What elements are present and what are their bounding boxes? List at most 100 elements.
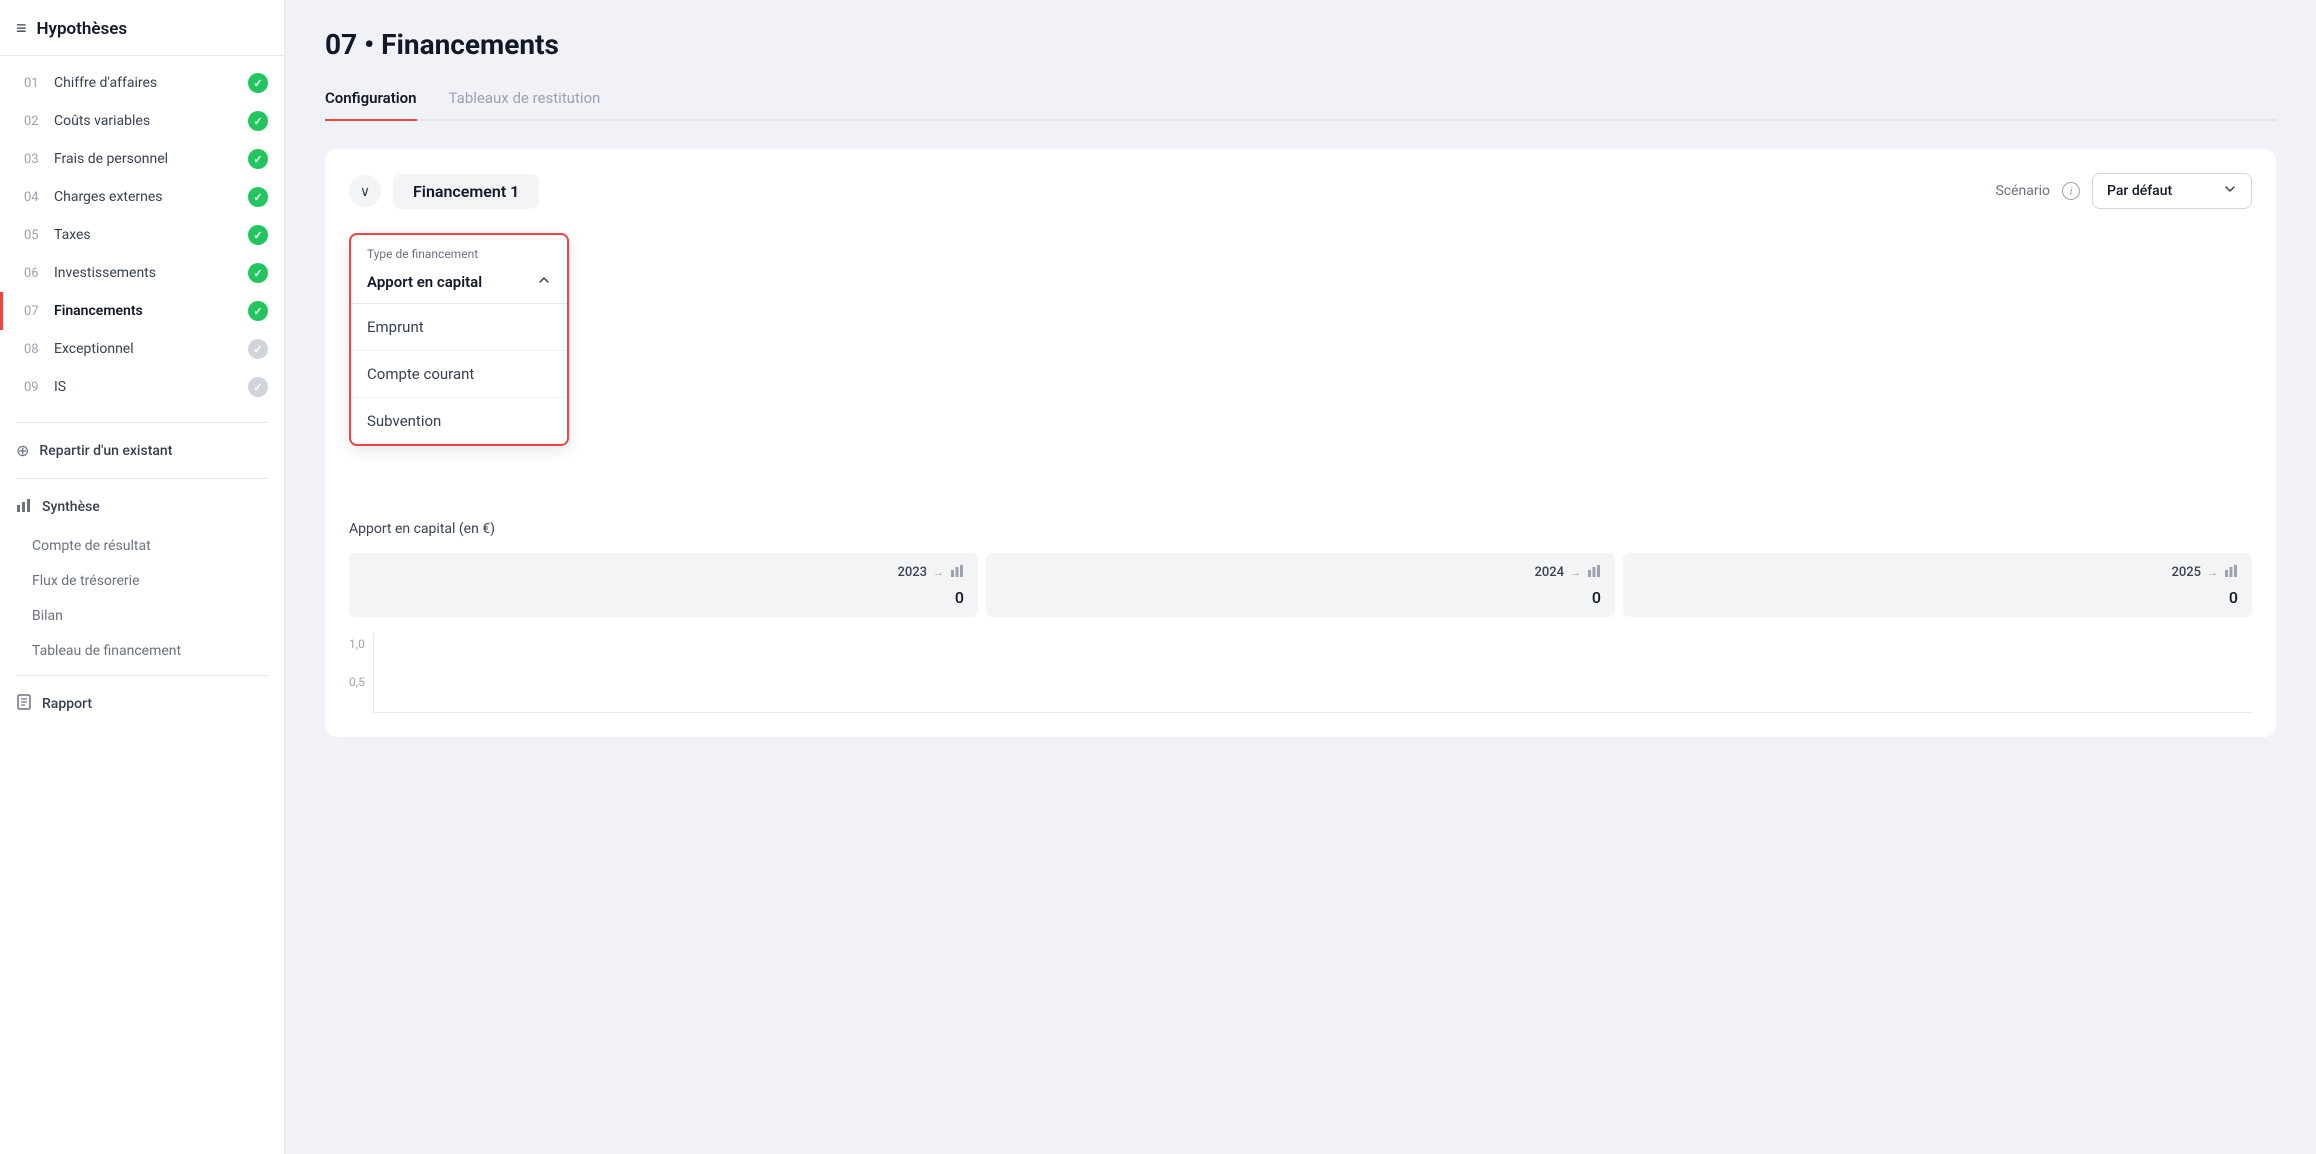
year-value-2024: 0	[1592, 588, 1601, 607]
item-num-08: 08	[24, 342, 46, 357]
item-label-01: Chiffre d'affaires	[54, 75, 240, 91]
item-num-07: 07	[24, 304, 46, 319]
scenario-label: Scénario	[1995, 183, 2050, 199]
item-label-04: Charges externes	[54, 189, 240, 205]
sidebar: ≡ Hypothèses 01 Chiffre d'affaires 02 Co…	[0, 0, 285, 1154]
chart-y-label-1: 1,0	[349, 637, 365, 651]
rapport-label: Rapport	[42, 696, 92, 712]
year-cell-2024: 2024 → 0	[986, 553, 1615, 617]
card-left: ∨ Financement 1	[349, 174, 539, 209]
check-icon-06	[248, 263, 268, 283]
sidebar-item-chiffre-affaires[interactable]: 01 Chiffre d'affaires	[0, 64, 284, 102]
check-icon-gray-09	[248, 377, 268, 397]
year-header-2025: 2025 →	[2171, 563, 2238, 582]
chart-y-label-2: 0,5	[349, 675, 365, 689]
sidebar-sub-compte-resultat[interactable]: Compte de résultat	[0, 527, 284, 562]
check-icon-01	[248, 73, 268, 93]
dropdown-option-emprunt[interactable]: Emprunt	[351, 304, 567, 351]
sidebar-item-taxes[interactable]: 05 Taxes	[0, 216, 284, 254]
item-label-09: IS	[54, 379, 240, 395]
main-content: 07 • Financements Configuration Tableaux…	[285, 0, 2316, 1154]
scenario-chevron-icon	[2223, 182, 2237, 200]
dropdown-selected-value: Apport en capital	[367, 273, 482, 291]
year-arrow-2024: →	[1570, 566, 1581, 579]
item-num-06: 06	[24, 266, 46, 281]
item-label-08: Exceptionnel	[54, 341, 240, 357]
sidebar-item-financements[interactable]: 07 Financements	[0, 292, 284, 330]
sidebar-item-investissements[interactable]: 06 Investissements	[0, 254, 284, 292]
item-label-07: Financements	[54, 303, 240, 319]
sidebar-group-synthese[interactable]: Synthèse	[0, 487, 284, 527]
repartir-label: Repartir d'un existant	[39, 443, 172, 459]
item-num-09: 09	[24, 380, 46, 395]
item-num-05: 05	[24, 228, 46, 243]
sidebar-item-couts-variables[interactable]: 02 Coûts variables	[0, 102, 284, 140]
bar-chart-icon-2023	[950, 563, 964, 582]
bar-chart-icon-2025	[2224, 563, 2238, 582]
sidebar-sub-bilan[interactable]: Bilan	[0, 597, 284, 632]
sidebar-header: ≡ Hypothèses	[0, 0, 284, 56]
sidebar-group-rapport[interactable]: Rapport	[0, 684, 284, 724]
sidebar-sub-flux-tresorerie[interactable]: Flux de trésorerie	[0, 562, 284, 597]
tableau-financement-label: Tableau de financement	[32, 643, 181, 659]
item-num-04: 04	[24, 190, 46, 205]
menu-icon: ≡	[16, 18, 27, 39]
dropdown-option-compte-courant[interactable]: Compte courant	[351, 351, 567, 398]
synthese-icon	[16, 497, 32, 517]
year-value-2023: 0	[955, 588, 964, 607]
item-label-03: Frais de personnel	[54, 151, 240, 167]
sidebar-item-frais-personnel[interactable]: 03 Frais de personnel	[0, 140, 284, 178]
check-icon-05	[248, 225, 268, 245]
year-arrow-2023: →	[933, 566, 944, 579]
bilan-label: Bilan	[32, 608, 63, 624]
sidebar-sub-tableau-financement[interactable]: Tableau de financement	[0, 632, 284, 667]
sidebar-item-is[interactable]: 09 IS	[0, 368, 284, 406]
tab-tableaux[interactable]: Tableaux de restitution	[449, 81, 601, 121]
scenario-select[interactable]: Par défaut	[2092, 173, 2252, 209]
item-num-02: 02	[24, 114, 46, 129]
flux-tresorerie-label: Flux de trésorerie	[32, 573, 140, 589]
item-label-05: Taxes	[54, 227, 240, 243]
divider-1	[16, 422, 268, 423]
year-cells-row: 2023 → 0	[349, 553, 2252, 617]
synthese-label: Synthèse	[42, 499, 100, 515]
dropdown-selected[interactable]: Apport en capital	[351, 265, 567, 304]
dropdown-option-subvention[interactable]: Subvention	[351, 398, 567, 444]
rapport-icon	[16, 694, 32, 714]
tab-configuration[interactable]: Configuration	[325, 81, 417, 121]
year-label-2024: 2024	[1534, 565, 1564, 580]
collapse-button[interactable]: ∨	[349, 175, 381, 207]
check-icon-gray-08	[248, 339, 268, 359]
type-financement-dropdown: Type de financement Apport en capital Em…	[349, 233, 569, 446]
year-header-2023: 2023 →	[897, 563, 964, 582]
page-header: 07 • Financements Configuration Tableaux…	[285, 0, 2316, 121]
content-section: Type de financement Apport en capital Em…	[349, 233, 2252, 713]
year-cell-2025: 2025 → 0	[1623, 553, 2252, 617]
item-num-01: 01	[24, 76, 46, 91]
year-label-2023: 2023	[897, 565, 927, 580]
check-icon-07	[248, 301, 268, 321]
scenario-info-icon[interactable]: i	[2062, 182, 2080, 200]
year-cell-2023: 2023 → 0	[349, 553, 978, 617]
item-label-02: Coûts variables	[54, 113, 240, 129]
scenario-value: Par défaut	[2107, 183, 2172, 199]
card-top: ∨ Financement 1 Scénario i Par défaut	[349, 173, 2252, 209]
year-value-2025: 0	[2229, 588, 2238, 607]
chevron-up-icon	[537, 273, 551, 291]
section-title: Apport en capital (en €)	[349, 521, 2252, 537]
check-icon-04	[248, 187, 268, 207]
bar-chart-icon-2024	[1587, 563, 1601, 582]
chart-area: 1,0 0,5	[349, 633, 2252, 713]
divider-3	[16, 675, 268, 676]
page-title: 07 • Financements	[325, 28, 2276, 61]
financement-name: Financement 1	[393, 174, 539, 209]
year-arrow-2025: →	[2207, 566, 2218, 579]
check-icon-03	[248, 149, 268, 169]
sidebar-group-repartir[interactable]: ⊕ Repartir d'un existant	[0, 431, 284, 470]
sidebar-item-charges-externes[interactable]: 04 Charges externes	[0, 178, 284, 216]
year-header-2024: 2024 →	[1534, 563, 1601, 582]
financement-card: ∨ Financement 1 Scénario i Par défaut	[325, 149, 2276, 737]
sidebar-item-exceptionnel[interactable]: 08 Exceptionnel	[0, 330, 284, 368]
divider-2	[16, 478, 268, 479]
tabs: Configuration Tableaux de restitution	[325, 81, 2276, 121]
